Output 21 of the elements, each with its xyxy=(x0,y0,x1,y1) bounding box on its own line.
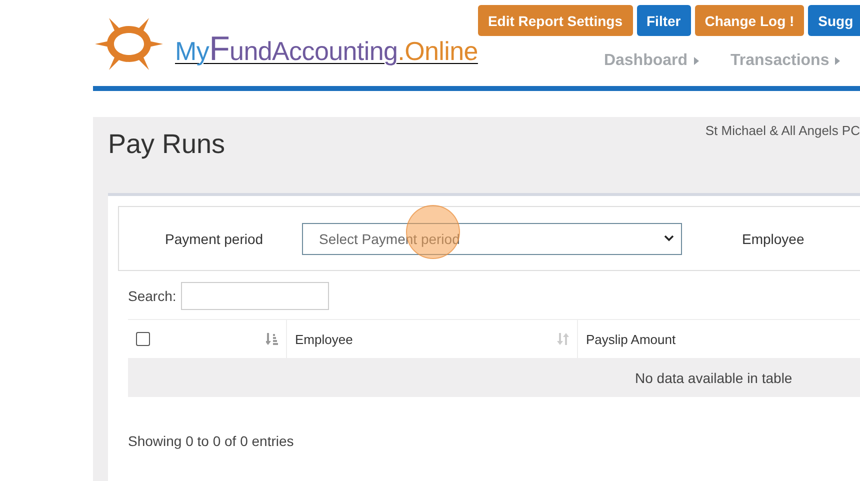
caret-icon xyxy=(694,57,699,65)
filter-label: Payment period xyxy=(165,230,264,246)
organisation-name: St Michael & All Angels PC xyxy=(705,123,860,140)
table-header-cell[interactable]: Payslip Amount xyxy=(578,320,860,358)
select-all-checkbox[interactable] xyxy=(136,332,150,346)
header-button[interactable]: Sugg xyxy=(808,5,860,36)
header-button[interactable]: Filter xyxy=(636,5,691,36)
search-label: Search: xyxy=(128,288,176,304)
logo-text: MyFundAccounting.Online xyxy=(175,30,478,68)
chevron-down-icon xyxy=(664,235,674,242)
header-button[interactable]: Edit Report Settings xyxy=(478,5,632,36)
sort-icon xyxy=(557,333,569,345)
caret-icon xyxy=(835,57,840,65)
search-field[interactable] xyxy=(181,282,330,310)
filter-label: Employee xyxy=(742,230,804,246)
sort-icon xyxy=(266,333,278,345)
header-button[interactable]: Change Log ! xyxy=(694,5,804,36)
sun-logo-icon xyxy=(93,16,165,72)
table-info: Showing 0 to 0 of 0 entries xyxy=(128,433,295,449)
page-title: Pay Runs xyxy=(108,129,226,161)
empty-message: No data available in table xyxy=(635,370,792,386)
